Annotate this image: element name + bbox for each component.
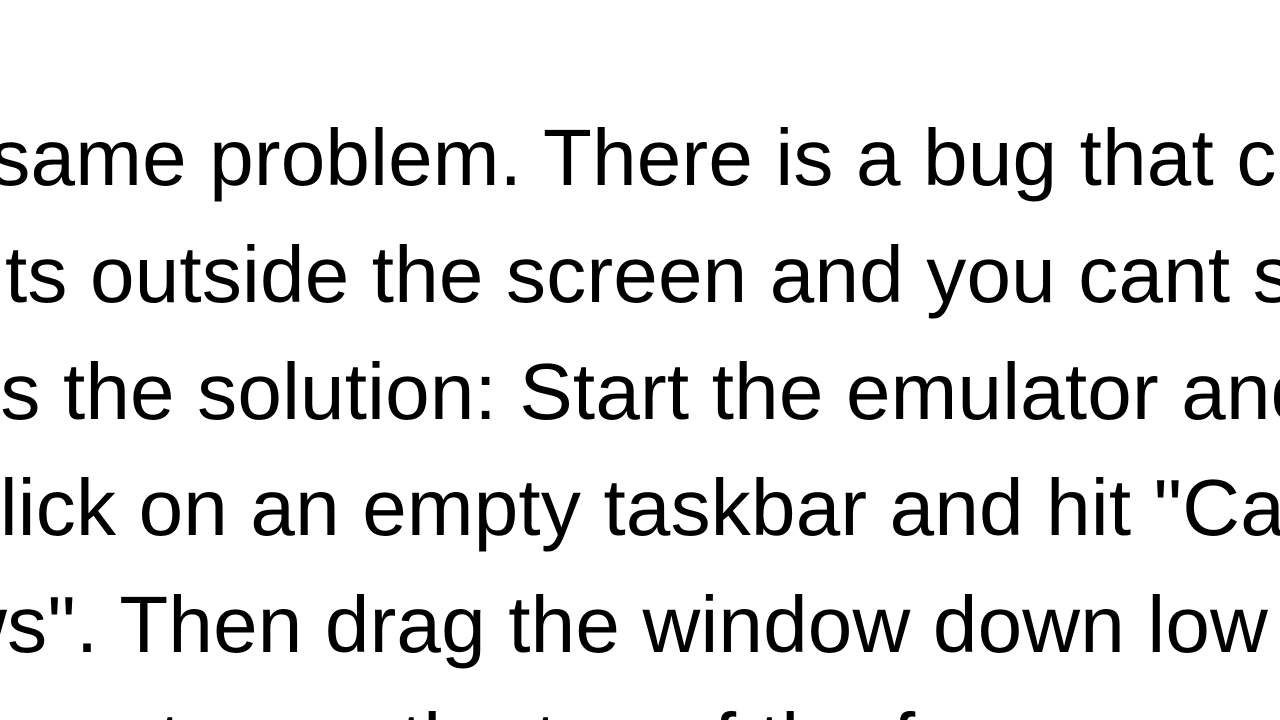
body-paragraph: I had same problem. There is a bug that …	[0, 100, 1280, 720]
page-viewport: I had same problem. There is a bug that …	[0, 0, 1280, 720]
